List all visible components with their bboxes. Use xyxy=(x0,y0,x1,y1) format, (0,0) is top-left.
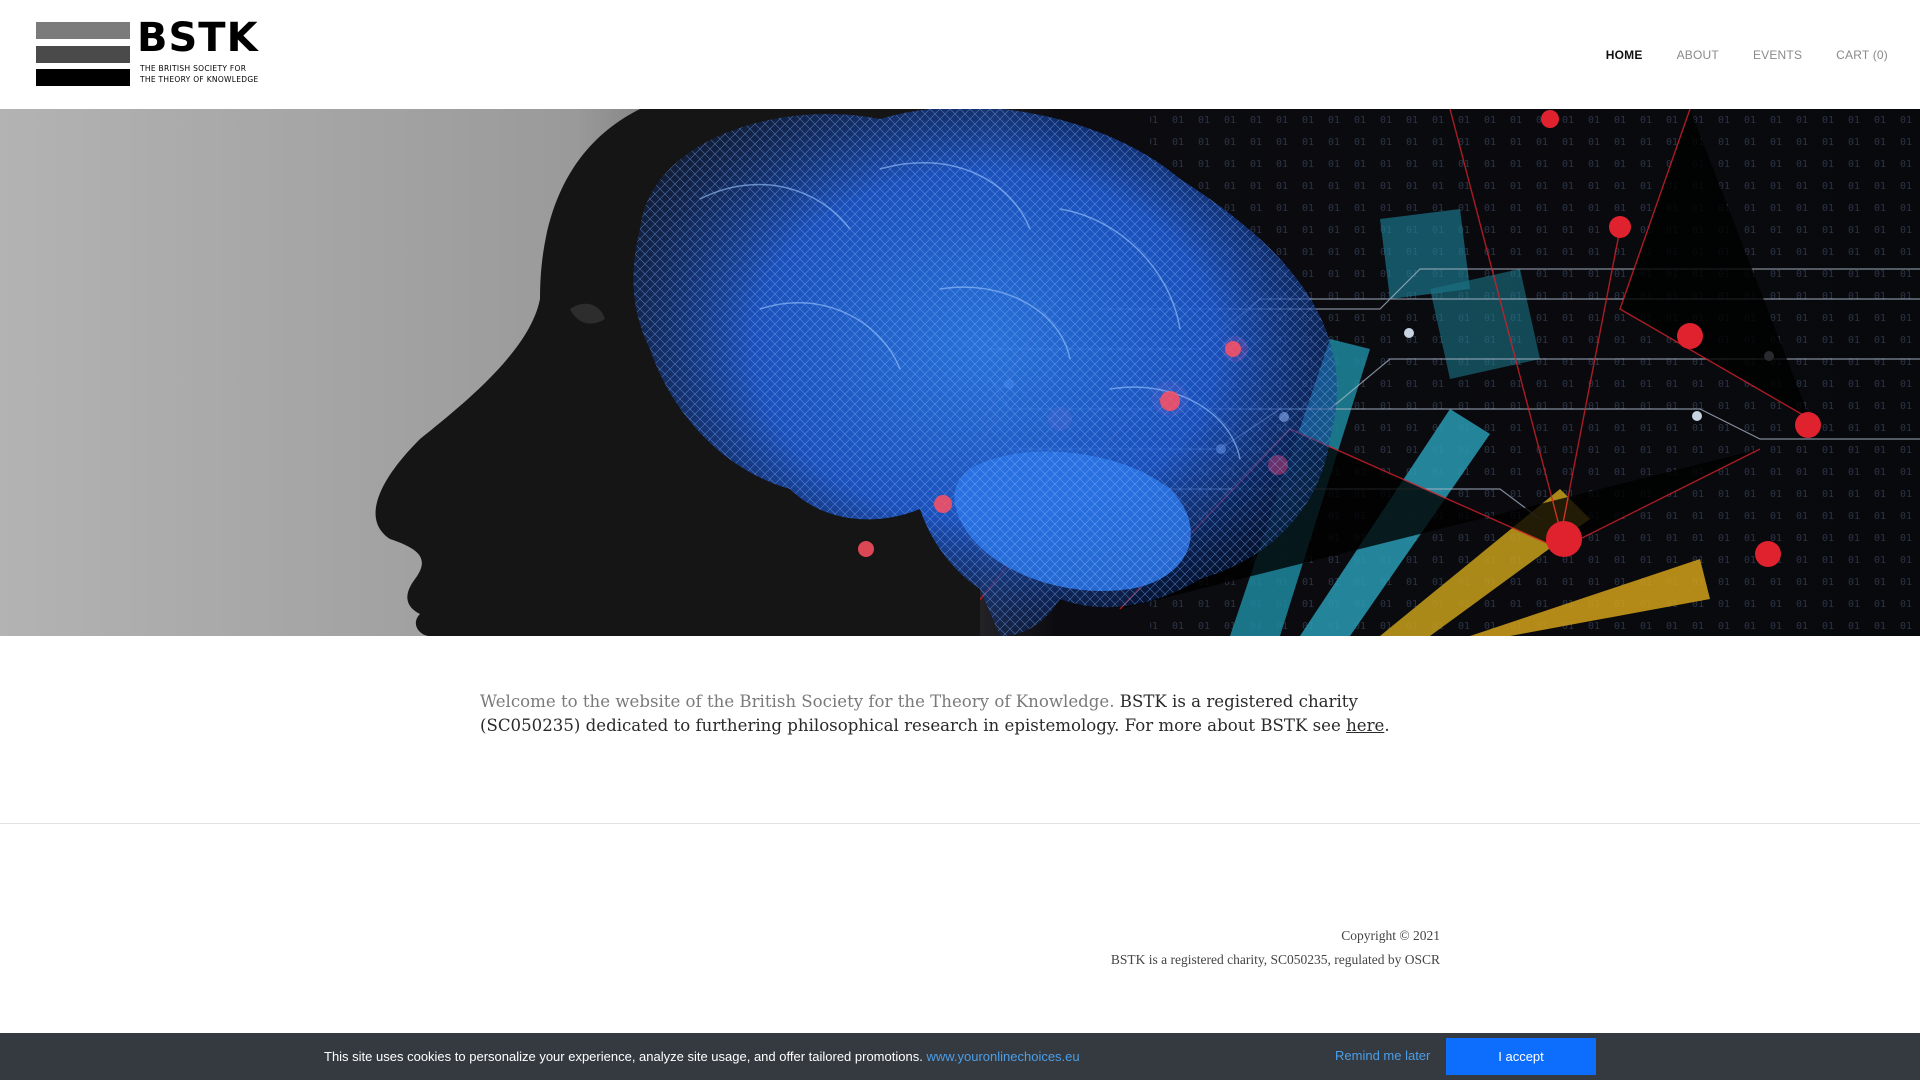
logo-subtitle-line1: THE BRITISH SOCIETY FOR xyxy=(140,64,247,73)
logo-bars-icon xyxy=(36,22,130,86)
bstk-logo[interactable]: BSTK THE BRITISH SOCIETY FOR THE THEORY … xyxy=(36,16,258,88)
youronlinechoices-link[interactable]: www.youronlinechoices.eu xyxy=(926,1049,1079,1064)
site-header: BSTK THE BRITISH SOCIETY FOR THE THEORY … xyxy=(0,0,1920,109)
logo-subtitle-line2: THE THEORY OF KNOWLEDGE xyxy=(140,75,259,84)
logo-wordmark: BSTK xyxy=(137,15,259,61)
intro-lead: Welcome to the website of the British So… xyxy=(480,692,1115,711)
site-footer: Copyright © 2021 BSTK is a registered ch… xyxy=(1111,924,1440,972)
nav-cart[interactable]: CART (0) xyxy=(1836,48,1888,62)
intro-end: . xyxy=(1384,716,1390,735)
accept-cookies-button[interactable]: I accept xyxy=(1446,1038,1596,1075)
about-here-link[interactable]: here xyxy=(1346,716,1384,735)
hero-banner-image: 01 xyxy=(0,109,1920,636)
remind-me-later-button[interactable]: Remind me later xyxy=(1335,1048,1430,1063)
cookie-message-text: This site uses cookies to personalize yo… xyxy=(324,1049,927,1064)
intro-paragraph: Welcome to the website of the British So… xyxy=(480,690,1440,738)
cookie-message: This site uses cookies to personalize yo… xyxy=(324,1049,1080,1064)
main-nav: HOME ABOUT EVENTS CART (0) xyxy=(1606,48,1888,62)
cookie-banner: This site uses cookies to personalize yo… xyxy=(0,1033,1920,1080)
section-divider xyxy=(0,823,1920,824)
copyright-text: Copyright © 2021 xyxy=(1341,928,1440,943)
nav-events[interactable]: EVENTS xyxy=(1753,48,1802,62)
nav-home[interactable]: HOME xyxy=(1606,48,1643,62)
nav-about[interactable]: ABOUT xyxy=(1677,48,1719,62)
charity-text: BSTK is a registered charity, SC050235, … xyxy=(1110,952,1440,967)
